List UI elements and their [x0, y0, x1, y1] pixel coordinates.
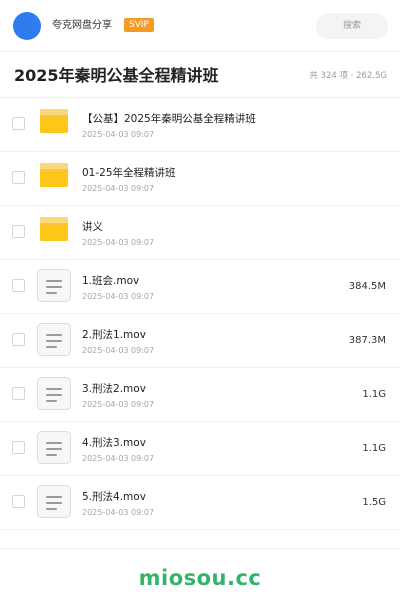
video-file-icon	[37, 269, 71, 302]
video-file-icon	[37, 485, 71, 518]
list-item[interactable]: 4.刑法3.mov 2025-04-03 09:07 1.1G	[0, 422, 400, 476]
row-checkbox[interactable]	[12, 333, 25, 346]
item-date: 2025-04-03 09:07	[82, 454, 155, 463]
item-date: 2025-04-03 09:07	[82, 346, 155, 355]
row-checkbox[interactable]	[12, 495, 25, 508]
item-size: 384.5M	[348, 281, 386, 292]
item-date: 2025-04-03 09:07	[82, 400, 155, 409]
video-file-icon	[37, 377, 71, 410]
item-summary: 共 324 项 · 262.5G	[309, 71, 387, 81]
item-date: 2025-04-03 09:07	[82, 184, 155, 193]
item-size: 1.1G	[362, 389, 386, 400]
svip-badge: SVIP	[124, 18, 154, 32]
row-checkbox[interactable]	[12, 171, 25, 184]
row-checkbox[interactable]	[12, 279, 25, 292]
list-item[interactable]: 1.班会.mov 2025-04-03 09:07 384.5M	[0, 260, 400, 314]
row-checkbox[interactable]	[12, 117, 25, 130]
item-name: 1.班会.mov	[82, 275, 140, 287]
page-title: 2025年秦明公基全程精讲班	[14, 66, 219, 85]
item-name: 2.刑法1.mov	[82, 329, 146, 341]
item-name: 01-25年全程精讲班	[82, 167, 176, 179]
item-size: 1.1G	[362, 443, 386, 454]
list-item[interactable]: 【公基】2025年秦明公基全程精讲班 2025-04-03 09:07	[0, 98, 400, 152]
folder-icon	[40, 217, 68, 241]
folder-icon	[40, 163, 68, 187]
avatar[interactable]	[13, 12, 41, 40]
item-name: 讲义	[82, 221, 103, 233]
folder-icon	[40, 109, 68, 133]
item-size: 1.5G	[362, 497, 386, 508]
item-date: 2025-04-03 09:07	[82, 508, 155, 517]
item-name: 【公基】2025年秦明公基全程精讲班	[82, 113, 256, 125]
search-input[interactable]	[316, 13, 388, 39]
video-file-icon	[37, 431, 71, 464]
item-date: 2025-04-03 09:07	[82, 130, 155, 139]
item-date: 2025-04-03 09:07	[82, 238, 155, 247]
item-name: 5.刑法4.mov	[82, 491, 146, 503]
folder-header: 2025年秦明公基全程精讲班 共 324 项 · 262.5G	[0, 52, 400, 98]
video-file-icon	[37, 323, 71, 356]
row-checkbox[interactable]	[12, 387, 25, 400]
item-date: 2025-04-03 09:07	[82, 292, 155, 301]
row-checkbox[interactable]	[12, 225, 25, 238]
item-name: 4.刑法3.mov	[82, 437, 146, 449]
list-item[interactable]: 讲义 2025-04-03 09:07	[0, 206, 400, 260]
watermark-text: miosou.cc	[138, 566, 262, 590]
list-item[interactable]: 5.刑法4.mov 2025-04-03 09:07 1.5G	[0, 476, 400, 530]
item-name: 3.刑法2.mov	[82, 383, 146, 395]
list-item[interactable]: 2.刑法1.mov 2025-04-03 09:07 387.3M	[0, 314, 400, 368]
item-size: 387.3M	[348, 335, 386, 346]
list-item[interactable]: 3.刑法2.mov 2025-04-03 09:07 1.1G	[0, 368, 400, 422]
row-checkbox[interactable]	[12, 441, 25, 454]
file-list: 【公基】2025年秦明公基全程精讲班 2025-04-03 09:07 01-2…	[0, 98, 400, 530]
top-bar: 夸克网盘分享 SVIP	[0, 0, 400, 52]
user-name[interactable]: 夸克网盘分享	[52, 19, 112, 33]
list-item[interactable]: 01-25年全程精讲班 2025-04-03 09:07	[0, 152, 400, 206]
